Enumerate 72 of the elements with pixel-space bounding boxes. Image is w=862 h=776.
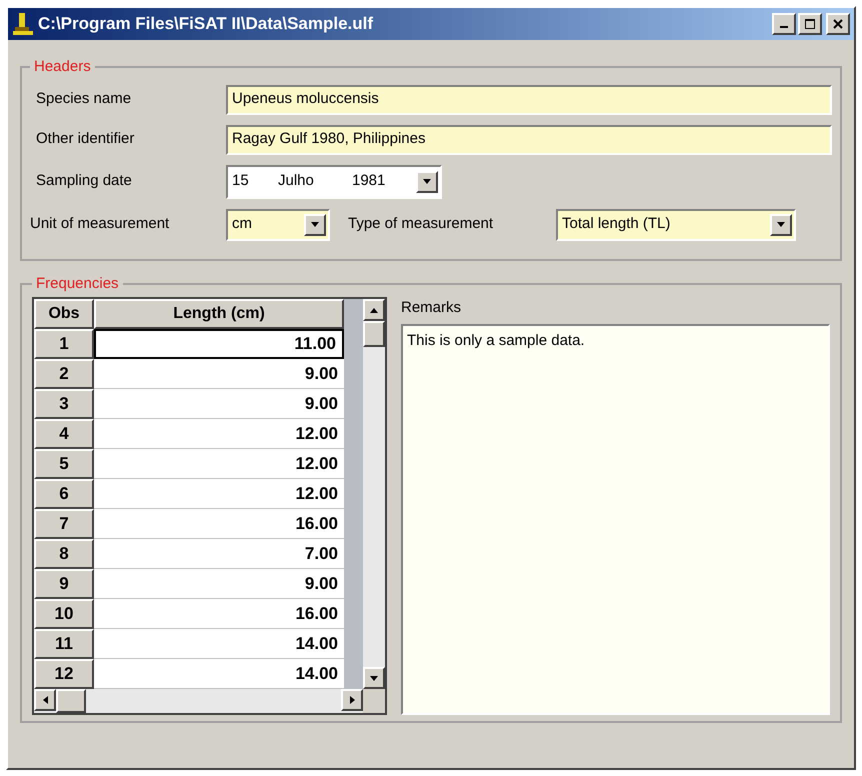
table-cell[interactable]: 12.00 <box>94 449 344 479</box>
minimize-button[interactable] <box>772 13 796 35</box>
dropdown-button[interactable] <box>304 214 326 236</box>
field-label: Species name <box>35 89 132 110</box>
maximize-icon <box>805 19 815 29</box>
vertical-scrollbar[interactable] <box>363 299 385 689</box>
arrow-up-icon <box>370 308 378 312</box>
text-field[interactable]: Upeneus moluccensis <box>226 84 832 114</box>
scroll-thumb[interactable] <box>56 689 86 713</box>
row-header: 9 <box>34 569 94 599</box>
type-dropdown[interactable]: Total length (TL) <box>556 208 796 240</box>
row-header: 12 <box>34 659 94 689</box>
dropdown-value: cm <box>232 214 253 234</box>
date-day: 15 <box>232 170 278 193</box>
arrow-left-icon <box>42 696 48 704</box>
row-header: 5 <box>34 449 94 479</box>
caret-down-icon <box>311 222 319 227</box>
row-header: 7 <box>34 509 94 539</box>
table-cell[interactable]: 9.00 <box>94 359 344 389</box>
column-header: Length (cm) <box>94 299 344 329</box>
group-title: Frequencies <box>35 274 120 294</box>
table-cell[interactable]: 14.00 <box>94 659 344 689</box>
remarks-label: Remarks <box>401 298 462 318</box>
table-cell[interactable]: 9.00 <box>94 389 344 419</box>
maximize-button[interactable] <box>798 13 822 35</box>
scroll-arrow-button[interactable] <box>34 689 56 711</box>
table-cell[interactable]: 12.00 <box>94 419 344 449</box>
close-icon <box>833 19 843 29</box>
row-header: 11 <box>34 629 94 659</box>
minimize-icon <box>780 26 788 28</box>
row-header: 8 <box>34 539 94 569</box>
scroll-thumb[interactable] <box>363 321 385 347</box>
scroll-arrow-button[interactable] <box>363 299 385 321</box>
text-field[interactable]: Ragay Gulf 1980, Philippines <box>226 124 832 154</box>
date-year: 1981 <box>352 171 386 192</box>
remarks-text-area[interactable]: This is only a sample data. <box>401 324 830 715</box>
arrow-right-icon <box>350 696 354 704</box>
unit-dropdown[interactable]: cm <box>226 208 330 240</box>
table-cell[interactable]: 11.00 <box>94 329 344 359</box>
table-cell[interactable]: 14.00 <box>94 629 344 659</box>
field-label: Sampling date <box>35 171 133 192</box>
table-cell[interactable]: 16.00 <box>94 599 344 629</box>
row-header: 1 <box>34 329 94 359</box>
close-button[interactable] <box>826 13 850 35</box>
group-title: Headers <box>33 57 92 77</box>
dropdown-button[interactable] <box>416 170 438 192</box>
column-header: Obs <box>34 299 94 329</box>
dropdown-button[interactable] <box>770 214 792 236</box>
scrollbar-corner <box>363 689 385 713</box>
scroll-arrow-button[interactable] <box>363 667 385 689</box>
table-cell[interactable]: 16.00 <box>94 509 344 539</box>
field-label: Type of measurement <box>348 214 494 234</box>
table-cell[interactable]: 9.00 <box>94 569 344 599</box>
horizontal-scrollbar[interactable] <box>34 689 363 713</box>
row-header: 3 <box>34 389 94 419</box>
row-header: 4 <box>34 419 94 449</box>
scroll-arrow-button[interactable] <box>341 689 363 711</box>
row-header: 2 <box>34 359 94 389</box>
window-title: C:\Program Files\FiSAT II\Data\Sample.ulf <box>38 13 374 36</box>
arrow-down-icon <box>370 676 378 680</box>
table-cell[interactable]: 12.00 <box>94 479 344 509</box>
field-label: Other identifier <box>35 129 136 150</box>
field-label: Unit of measurement <box>30 214 170 234</box>
caret-down-icon <box>777 222 785 227</box>
row-header: 10 <box>34 599 94 629</box>
app-icon <box>12 12 34 36</box>
date-month: Julho <box>278 171 315 192</box>
caret-down-icon <box>423 179 431 184</box>
date-picker[interactable]: 15 Julho 1981 <box>226 164 442 198</box>
dropdown-value: Total length (TL) <box>562 214 672 234</box>
row-header: 6 <box>34 479 94 509</box>
table-cell[interactable]: 7.00 <box>94 539 344 569</box>
